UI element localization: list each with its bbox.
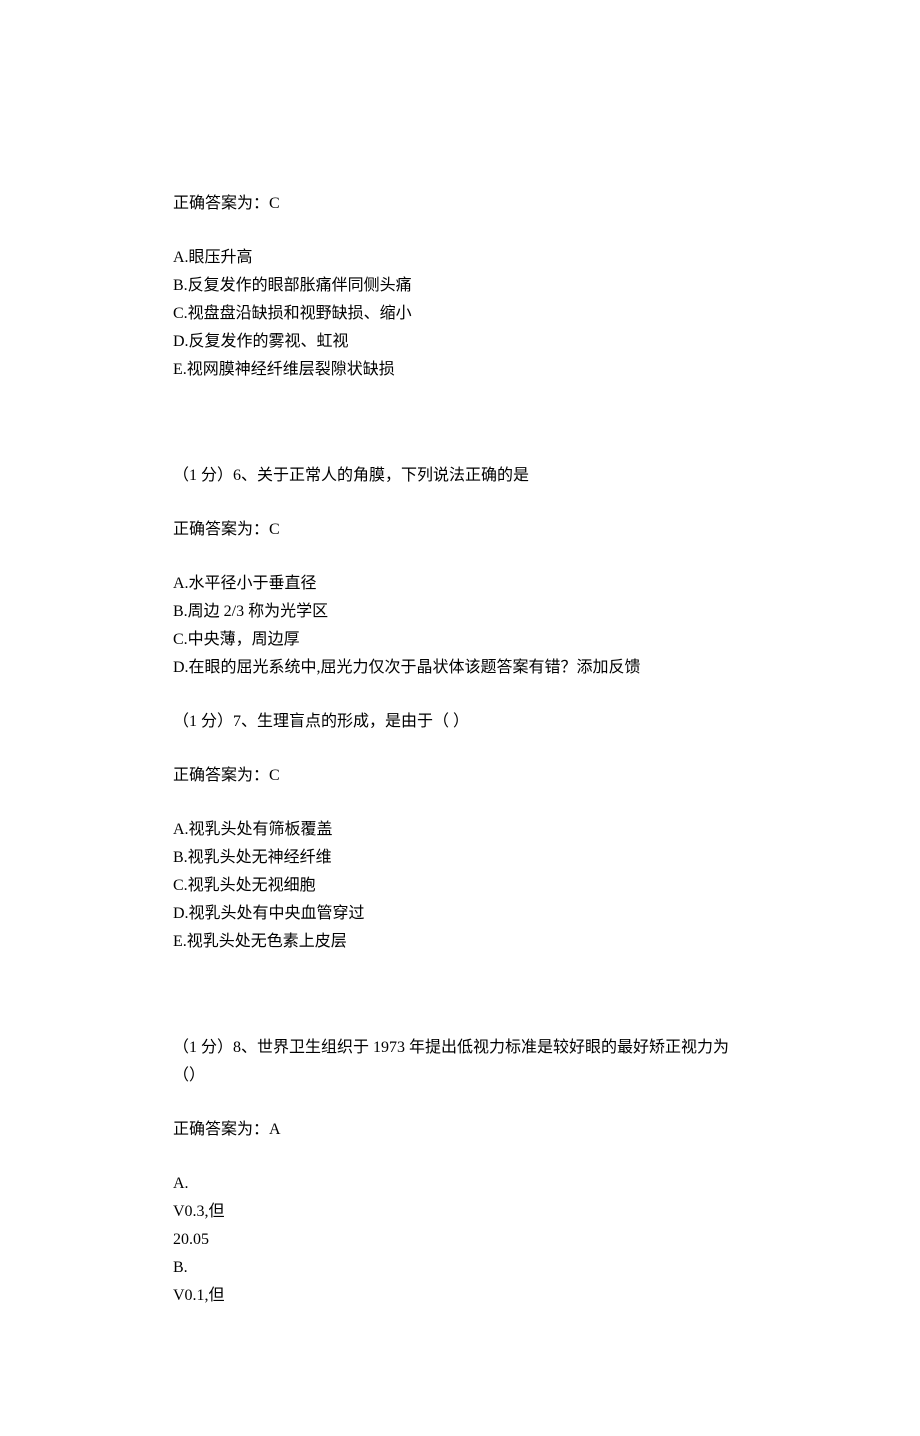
option-line: A. — [173, 1170, 747, 1198]
option-c: C.视乳头处无视细胞 — [173, 872, 747, 900]
option-line: B. — [173, 1254, 747, 1282]
q8-question: （1 分）8、世界卫生组织于 1973 年提出低视力标准是较好眼的最好矫正视力为… — [173, 1034, 747, 1090]
q7-options: A.视乳头处有筛板覆盖 B.视乳头处无神经纤维 C.视乳头处无视细胞 D.视乳头… — [173, 816, 747, 956]
q6-question: （1 分）6、关于正常人的角膜，下列说法正确的是 — [173, 462, 747, 490]
option-b: B.周边 2/3 称为光学区 — [173, 598, 747, 626]
option-e: E.视网膜神经纤维层裂隙状缺损 — [173, 356, 747, 384]
q7-answer: 正确答案为：C — [173, 762, 747, 790]
option-line: V0.1,但 — [173, 1282, 747, 1310]
q6-answer: 正确答案为：C — [173, 516, 747, 544]
q5-options: A.眼压升高 B.反复发作的眼部胀痛伴同侧头痛 C.视盘盘沿缺损和视野缺损、缩小… — [173, 244, 747, 384]
option-d: D.在眼的屈光系统中,屈光力仅次于晶状体该题答案有错？添加反馈 — [173, 654, 747, 682]
option-line: 20.05 — [173, 1226, 747, 1254]
q5-answer: 正确答案为：C — [173, 190, 747, 218]
option-line: V0.3,但 — [173, 1198, 747, 1226]
option-a: A.眼压升高 — [173, 244, 747, 272]
q6-options: A.水平径小于垂直径 B.周边 2/3 称为光学区 C.中央薄，周边厚 D.在眼… — [173, 570, 747, 682]
option-a: A.水平径小于垂直径 — [173, 570, 747, 598]
option-b: B.反复发作的眼部胀痛伴同侧头痛 — [173, 272, 747, 300]
option-c: C.中央薄，周边厚 — [173, 626, 747, 654]
option-c: C.视盘盘沿缺损和视野缺损、缩小 — [173, 300, 747, 328]
q8-options: A. V0.3,但 20.05 B. V0.1,但 — [173, 1170, 747, 1310]
option-b: B.视乳头处无神经纤维 — [173, 844, 747, 872]
document-page: 正确答案为：C A.眼压升高 B.反复发作的眼部胀痛伴同侧头痛 C.视盘盘沿缺损… — [0, 0, 920, 1436]
q8-answer: 正确答案为：A — [173, 1116, 747, 1144]
option-a: A.视乳头处有筛板覆盖 — [173, 816, 747, 844]
option-d: D.视乳头处有中央血管穿过 — [173, 900, 747, 928]
q7-question: （1 分）7、生理盲点的形成，是由于（ ） — [173, 708, 747, 736]
option-e: E.视乳头处无色素上皮层 — [173, 928, 747, 956]
option-d: D.反复发作的雾视、虹视 — [173, 328, 747, 356]
